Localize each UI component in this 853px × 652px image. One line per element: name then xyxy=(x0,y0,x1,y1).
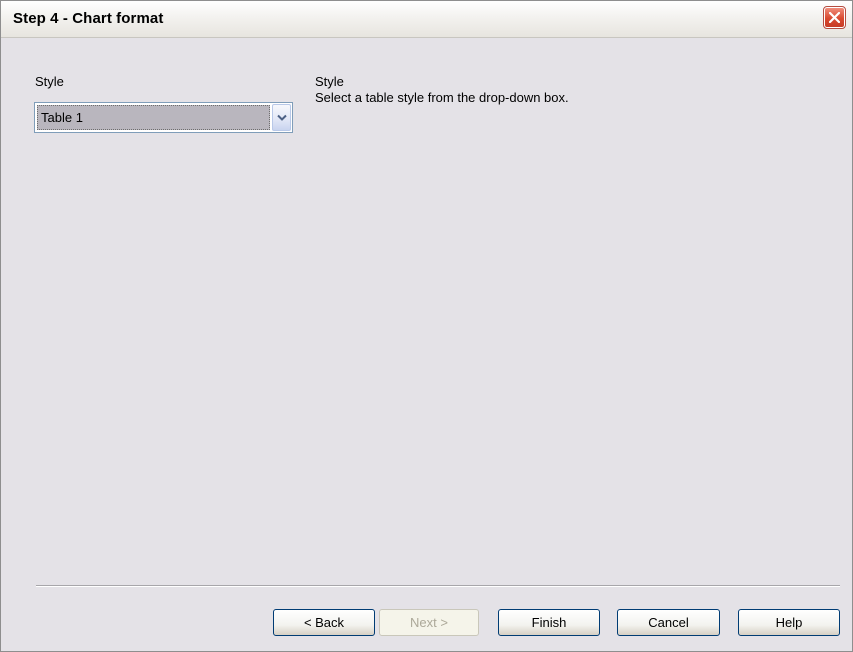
back-button[interactable]: < Back xyxy=(273,609,375,636)
dialog-title: Step 4 - Chart format xyxy=(13,10,164,27)
button-separator xyxy=(36,585,840,587)
next-button: Next > xyxy=(379,609,479,636)
chevron-down-icon xyxy=(277,114,287,121)
close-x-icon xyxy=(829,12,840,23)
finish-button[interactable]: Finish xyxy=(498,609,600,636)
close-button[interactable] xyxy=(823,6,846,29)
help-button[interactable]: Help xyxy=(738,609,840,636)
title-bar[interactable]: Step 4 - Chart format xyxy=(1,1,852,38)
style-label: Style xyxy=(35,74,64,89)
style-select-value: Table 1 xyxy=(37,105,270,130)
help-description: Select a table style from the drop-down … xyxy=(315,90,569,105)
wizard-dialog: Step 4 - Chart format Style Table 1 Styl… xyxy=(0,0,853,652)
help-title: Style xyxy=(315,74,344,89)
cancel-button[interactable]: Cancel xyxy=(617,609,720,636)
style-select[interactable]: Table 1 xyxy=(34,102,293,133)
dialog-content: Style Table 1 Style Select a table style… xyxy=(1,38,852,651)
style-select-arrow-button[interactable] xyxy=(272,104,291,131)
